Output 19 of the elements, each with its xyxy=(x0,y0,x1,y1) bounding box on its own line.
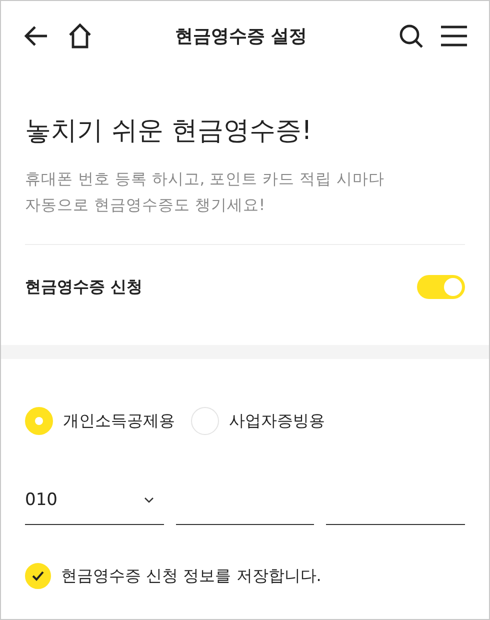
radio-button[interactable] xyxy=(191,407,219,435)
home-icon[interactable] xyxy=(67,23,93,49)
phone-prefix-dropdown[interactable]: 010 xyxy=(25,483,164,525)
toggle-switch[interactable] xyxy=(417,275,465,299)
description-text: 자동으로 현금영수증도 챙기세요! xyxy=(25,195,266,216)
radio-label: 사업자증빙용 xyxy=(229,410,325,432)
checkbox-label: 현금영수증 신청 정보를 저장합니다. xyxy=(61,566,322,586)
back-arrow-icon[interactable] xyxy=(23,25,49,47)
radio-button[interactable] xyxy=(25,407,53,435)
chevron-down-icon xyxy=(144,496,154,502)
radio-label: 개인소득공제용 xyxy=(63,410,175,432)
menu-icon[interactable] xyxy=(441,25,467,47)
search-icon[interactable] xyxy=(399,24,423,48)
heading: 놓치기 쉬운 현금영수증! xyxy=(25,115,313,148)
checkbox[interactable] xyxy=(25,563,51,589)
description-text: 휴대폰 번호 등록 하시고, 포인트 카드 적립 시마다 xyxy=(25,169,386,190)
page-title: 현금영수증 설정 xyxy=(174,25,308,48)
toggle-label: 현금영수증 신청 xyxy=(25,276,143,298)
check-icon xyxy=(31,570,45,582)
